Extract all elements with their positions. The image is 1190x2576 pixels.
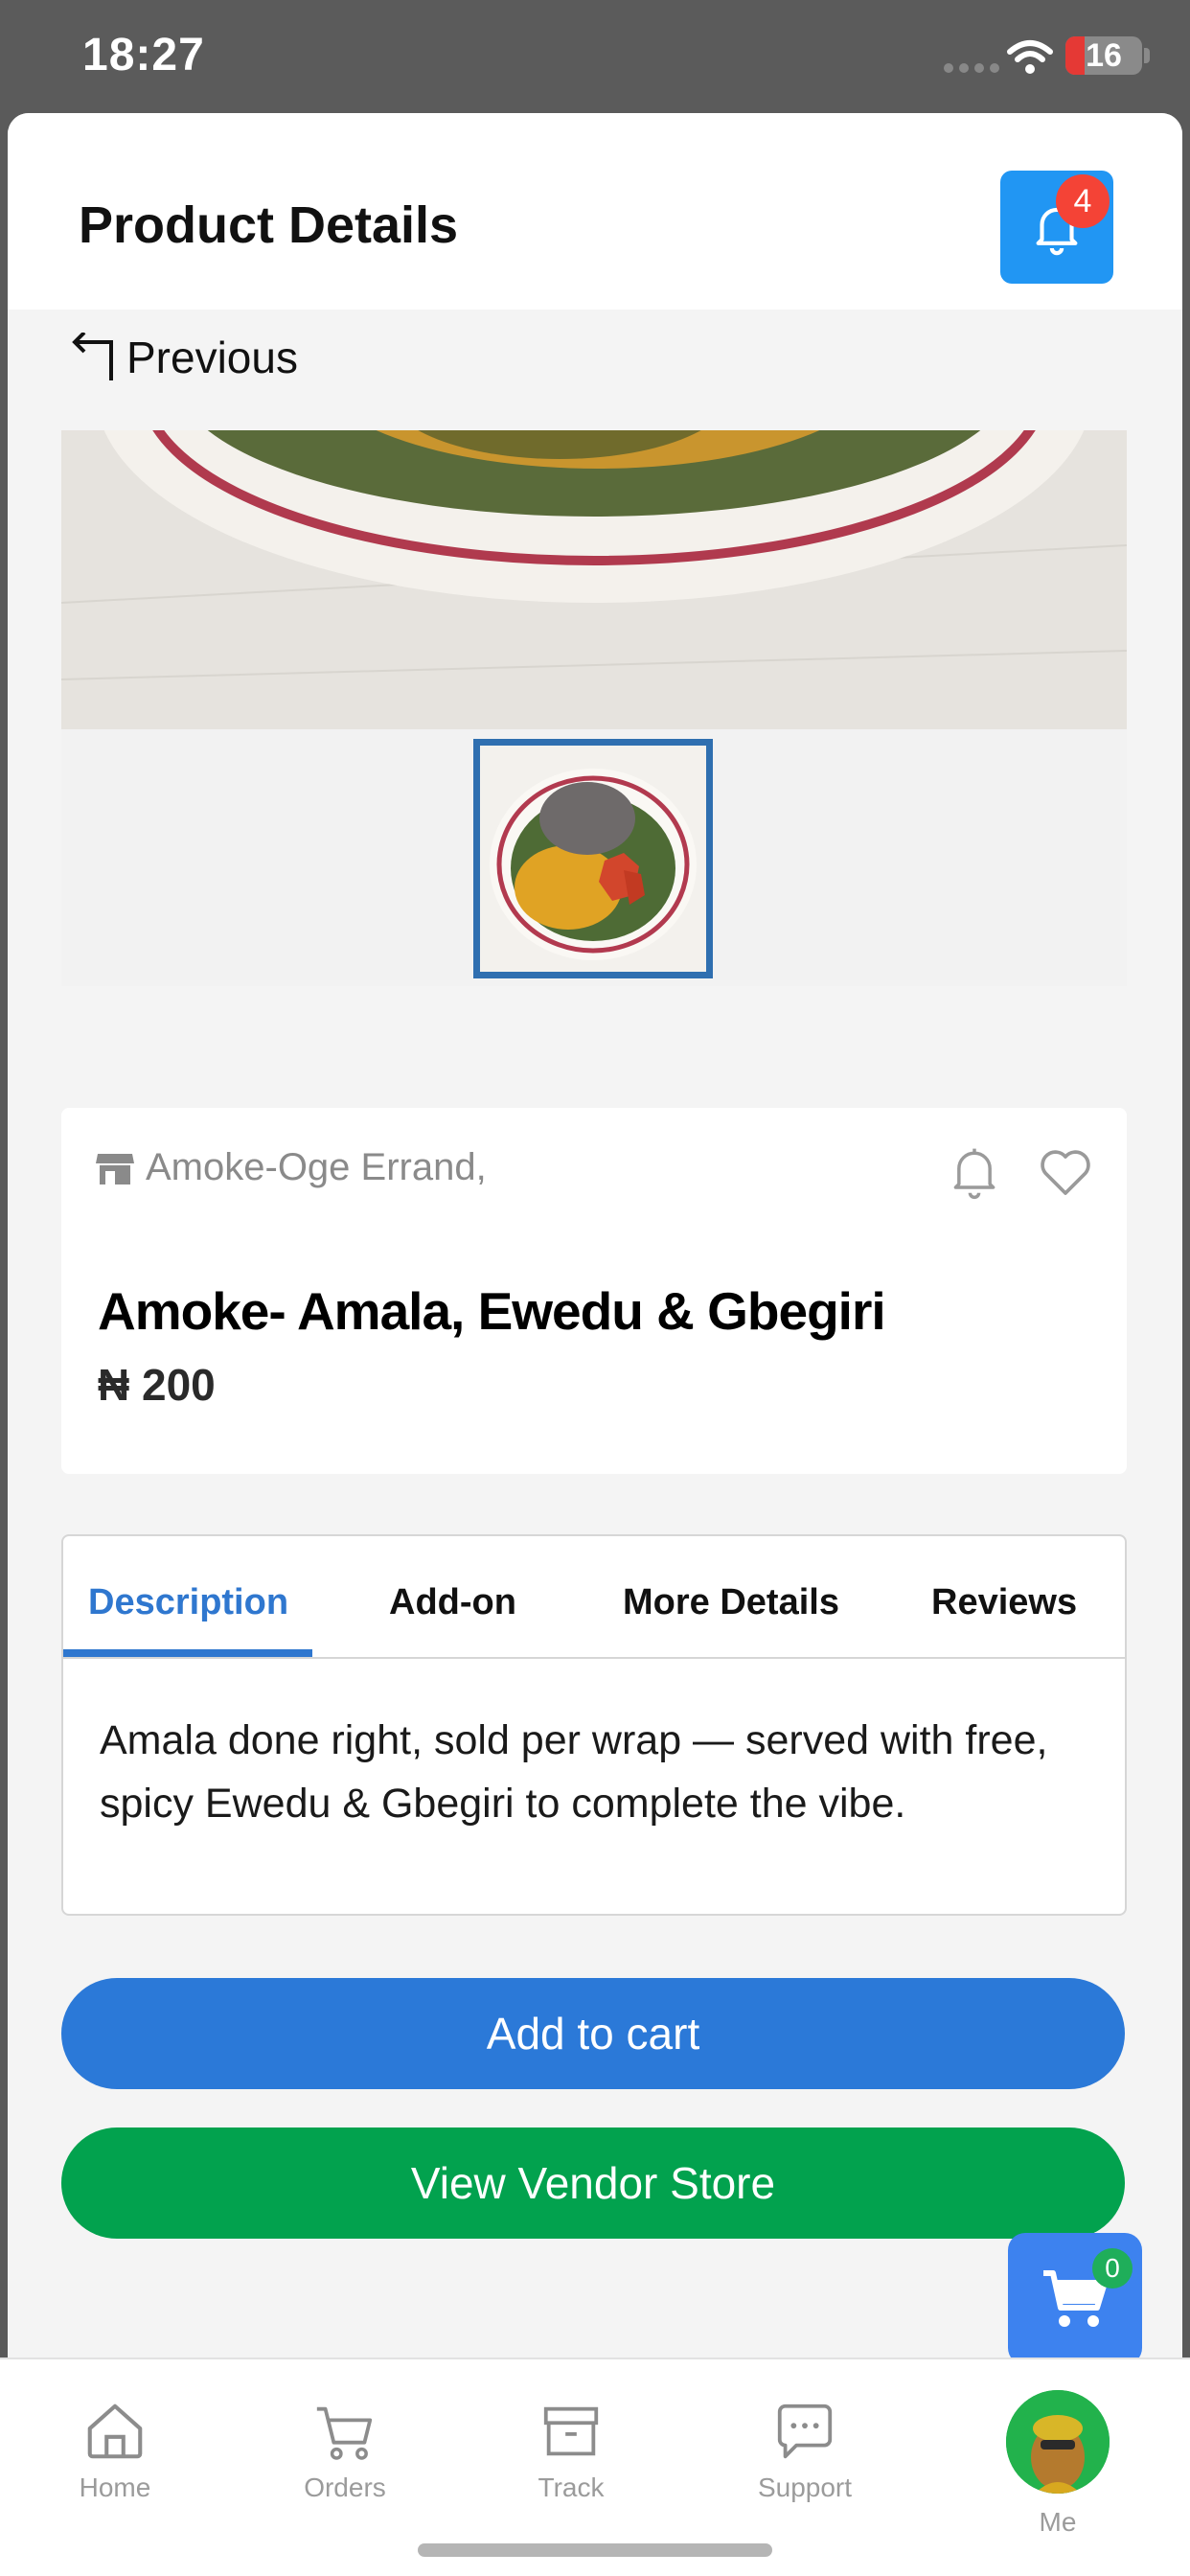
product-alert-bell-icon[interactable] [948, 1144, 1001, 1202]
page-header: Product Details 4 [8, 113, 1182, 310]
nav-me[interactable]: Me [981, 2390, 1134, 2538]
wifi-icon [1007, 40, 1053, 74]
home-icon [87, 2404, 143, 2459]
view-vendor-store-button[interactable]: View Vendor Store [61, 2128, 1125, 2239]
add-to-cart-button[interactable]: Add to cart [61, 1978, 1125, 2089]
nav-support[interactable]: Support [728, 2398, 881, 2503]
product-content: Previous Amoke-Oge Errand, Amoke- Amala,… [33, 310, 1157, 2360]
page-sheet: Product Details 4 Previous Amoke-Oge Err… [8, 113, 1182, 2576]
product-card: Amoke-Oge Errand, Amoke- Amala, Ewedu & … [61, 1108, 1127, 1474]
product-thumbnail[interactable] [473, 739, 713, 978]
battery-fill [1065, 36, 1086, 75]
cellular-signal-icon [944, 63, 999, 73]
store-icon [96, 1153, 134, 1184]
product-price: ₦ 200 [98, 1360, 216, 1410]
product-main-image [61, 430, 1127, 729]
product-tabs: Description Add-on More Details Reviews … [61, 1534, 1127, 1916]
status-bar: 18:27 16 [0, 0, 1190, 110]
battery-indicator: 16 [1065, 36, 1142, 75]
nav-home-label: Home [79, 2472, 151, 2502]
favorite-heart-icon[interactable] [1037, 1146, 1094, 1198]
page-title: Product Details [79, 196, 459, 254]
tab-description[interactable]: Description [88, 1582, 288, 1623]
cart-count-badge: 0 [1092, 2248, 1133, 2288]
product-gallery [61, 430, 1127, 986]
avatar [1006, 2390, 1110, 2494]
product-description: Amala done right, sold per wrap — served… [100, 1717, 1048, 1827]
nav-support-label: Support [757, 2472, 853, 2502]
battery-level: 16 [1086, 36, 1122, 74]
nav-me-label: Me [1039, 2507, 1077, 2537]
store-row: Amoke-Oge Errand, [96, 1146, 487, 1189]
notification-badge: 4 [1056, 174, 1110, 228]
home-indicator [418, 2543, 772, 2557]
nav-orders-label: Orders [304, 2472, 386, 2502]
nav-orders[interactable]: Orders [268, 2398, 422, 2503]
tab-add-on[interactable]: Add-on [389, 1582, 516, 1623]
battery-tip [1144, 48, 1150, 63]
product-name: Amoke- Amala, Ewedu & Gbegiri [98, 1281, 886, 1341]
back-arrow-icon [72, 333, 113, 380]
tab-bar: Description Add-on More Details Reviews [63, 1536, 1125, 1659]
nav-track-label: Track [538, 2472, 605, 2502]
chat-bubble-icon [777, 2404, 833, 2459]
previous-label: Previous [126, 333, 298, 382]
orders-cart-icon [316, 2406, 373, 2460]
previous-button[interactable]: Previous [69, 332, 298, 383]
tab-reviews[interactable]: Reviews [931, 1582, 1077, 1623]
tab-more-details[interactable]: More Details [623, 1582, 839, 1623]
nav-home[interactable]: Home [38, 2398, 192, 2503]
active-tab-indicator [63, 1649, 312, 1657]
store-name: Amoke-Oge Errand, [146, 1146, 487, 1188]
archive-box-icon [543, 2406, 599, 2456]
nav-track[interactable]: Track [494, 2398, 648, 2503]
status-time: 18:27 [82, 30, 205, 80]
